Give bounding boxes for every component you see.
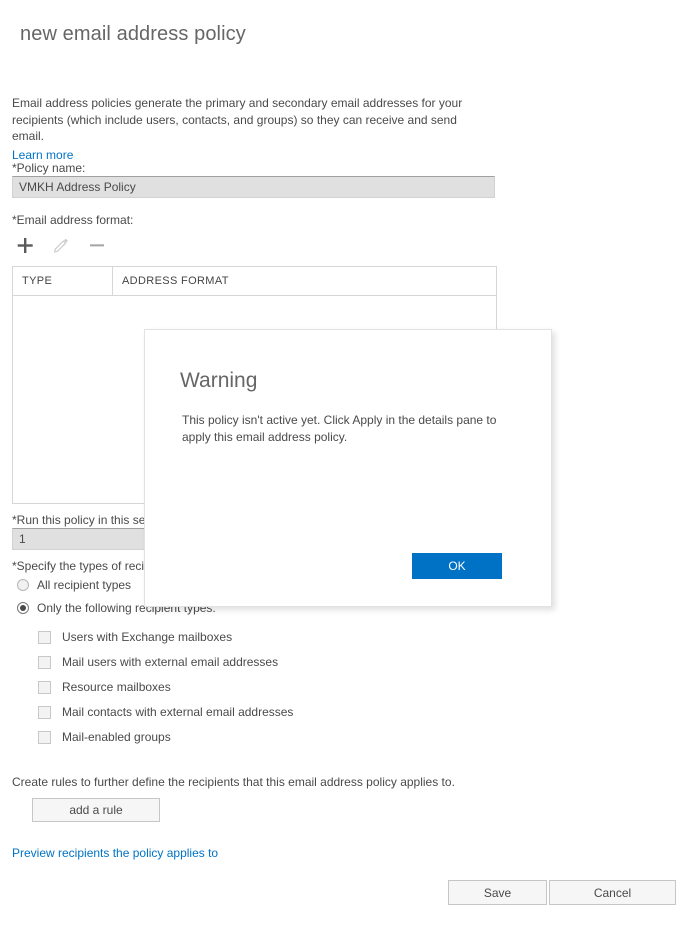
page-title: new email address policy <box>20 23 246 45</box>
checkbox-label: Resource mailboxes <box>62 680 171 694</box>
save-button[interactable]: Save <box>448 880 547 905</box>
policy-name-label: *Policy name: <box>12 161 86 175</box>
email-format-toolbar <box>12 232 110 258</box>
column-header-type[interactable]: TYPE <box>13 267 113 295</box>
intro-text: Email address policies generate the prim… <box>12 96 463 143</box>
checkbox-label: Users with Exchange mailboxes <box>62 630 233 644</box>
radio-indicator <box>17 579 29 591</box>
column-header-address-format[interactable]: ADDRESS FORMAT <box>113 267 496 295</box>
edit-icon <box>48 232 74 258</box>
rules-description: Create rules to further define the recip… <box>12 775 455 789</box>
intro-description: Email address policies generate the prim… <box>12 95 482 163</box>
table-header-row: TYPE ADDRESS FORMAT <box>13 267 496 296</box>
warning-dialog: Warning This policy isn't active yet. Cl… <box>144 329 552 607</box>
checkbox-mail-enabled-groups[interactable]: Mail-enabled groups <box>38 730 171 744</box>
checkbox-mail-users-external[interactable]: Mail users with external email addresses <box>38 655 278 669</box>
checkbox-label: Mail users with external email addresses <box>62 655 279 669</box>
email-format-label: *Email address format: <box>12 213 134 227</box>
dialog-ok-button[interactable]: OK <box>412 553 502 579</box>
checkbox-indicator <box>38 705 51 719</box>
checkbox-indicator <box>38 680 51 694</box>
radio-label: All recipient types <box>37 578 132 592</box>
checkbox-label: Mail contacts with external email addres… <box>62 705 294 719</box>
add-icon[interactable] <box>12 232 38 258</box>
remove-icon[interactable] <box>84 232 110 258</box>
dialog-title: Warning <box>180 369 258 392</box>
preview-recipients-link[interactable]: Preview recipients the policy applies to <box>12 846 218 860</box>
add-a-rule-button[interactable]: add a rule <box>32 798 160 822</box>
checkbox-users-with-exchange-mailboxes[interactable]: Users with Exchange mailboxes <box>38 630 232 644</box>
cancel-button[interactable]: Cancel <box>549 880 676 905</box>
checkbox-label: Mail-enabled groups <box>62 730 171 744</box>
checkbox-resource-mailboxes[interactable]: Resource mailboxes <box>38 680 171 694</box>
checkbox-mail-contacts-external[interactable]: Mail contacts with external email addres… <box>38 705 293 719</box>
radio-all-recipient-types[interactable]: All recipient types <box>17 578 131 592</box>
dialog-message: This policy isn't active yet. Click Appl… <box>182 413 497 444</box>
checkbox-indicator <box>38 630 51 644</box>
radio-indicator <box>17 602 29 614</box>
checkbox-indicator <box>38 730 51 744</box>
checkbox-indicator <box>38 655 51 669</box>
policy-name-input[interactable] <box>12 176 495 198</box>
